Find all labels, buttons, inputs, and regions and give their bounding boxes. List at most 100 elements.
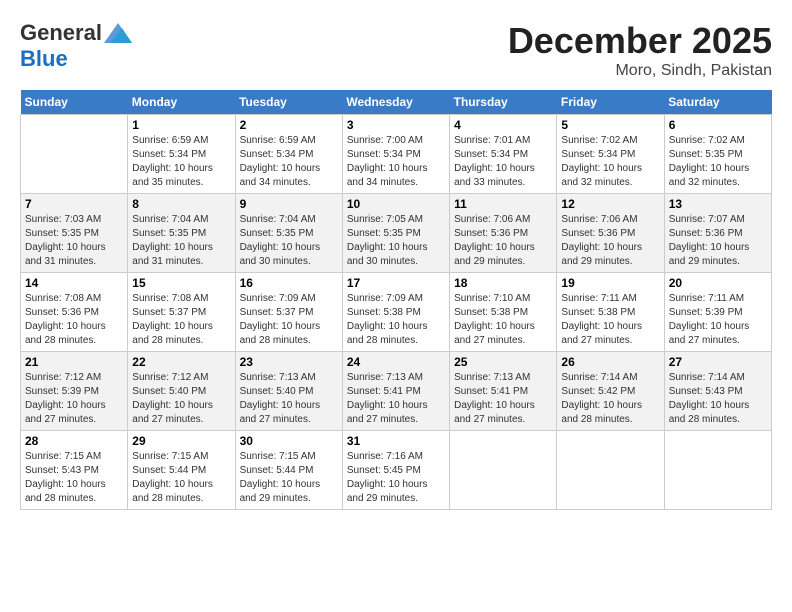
calendar-cell: 23 Sunrise: 7:13 AMSunset: 5:40 PMDayligh…	[235, 352, 342, 431]
calendar-cell: 24Sunrise: 7:13 AMSunset: 5:41 PMDayligh…	[342, 352, 449, 431]
daylight-text: Daylight: 10 hours	[454, 320, 552, 334]
daylight-text: Daylight: 10 hours	[240, 478, 338, 492]
daylight-text: Daylight: 10 hours	[25, 320, 123, 334]
day-number: 20	[669, 276, 767, 290]
page-header: General Blue December 2025 Moro, Sindh, …	[20, 20, 772, 80]
sunset-text: Sunset: 5:35 PM	[347, 227, 445, 241]
daylight-text: Daylight: 10 hours	[454, 241, 552, 255]
day-number: 26	[561, 355, 659, 369]
daylight-text-cont: and 27 minutes.	[669, 334, 767, 348]
daylight-text: Daylight: 10 hours	[561, 162, 659, 176]
daylight-text-cont: and 35 minutes.	[132, 176, 230, 190]
day-info: Sunrise: 7:14 AMSunset: 5:42 PMDaylight:…	[561, 371, 659, 427]
day-info: Sunrise: 7:13 AMSunset: 5:40 PMDaylight:…	[240, 371, 338, 427]
day-info: Sunrise: 7:02 AMSunset: 5:35 PMDaylight:…	[669, 134, 767, 190]
daylight-text-cont: and 30 minutes.	[347, 255, 445, 269]
sunset-text: Sunset: 5:45 PM	[347, 464, 445, 478]
calendar-cell: 3Sunrise: 7:00 AMSunset: 5:34 PMDaylight…	[342, 115, 449, 194]
sunrise-text: Sunrise: 7:04 AM	[132, 213, 230, 227]
daylight-text-cont: and 32 minutes.	[669, 176, 767, 190]
day-info: Sunrise: 7:15 AMSunset: 5:44 PMDaylight:…	[132, 450, 230, 506]
daylight-text: Daylight: 10 hours	[561, 241, 659, 255]
sunset-text: Sunset: 5:34 PM	[240, 148, 338, 162]
sunrise-text: Sunrise: 6:59 AM	[240, 134, 338, 148]
sunrise-text: Sunrise: 7:14 AM	[561, 371, 659, 385]
calendar-cell: 22Sunrise: 7:12 AMSunset: 5:40 PMDayligh…	[128, 352, 235, 431]
sunrise-text: Sunrise: 7:12 AM	[132, 371, 230, 385]
daylight-text-cont: and 28 minutes.	[132, 334, 230, 348]
day-number: 2	[240, 118, 338, 132]
daylight-text: Daylight: 10 hours	[132, 320, 230, 334]
daylight-text-cont: and 34 minutes.	[240, 176, 338, 190]
sunrise-text: Sunrise: 7:01 AM	[454, 134, 552, 148]
daylight-text: Daylight: 10 hours	[25, 478, 123, 492]
calendar-cell: 11Sunrise: 7:06 AMSunset: 5:36 PMDayligh…	[450, 194, 557, 273]
day-number: 7	[25, 197, 123, 211]
sunset-text: Sunset: 5:43 PM	[25, 464, 123, 478]
daylight-text-cont: and 29 minutes.	[561, 255, 659, 269]
day-number: 4	[454, 118, 552, 132]
day-number: 30	[240, 434, 338, 448]
day-info: Sunrise: 7:11 AMSunset: 5:38 PMDaylight:…	[561, 292, 659, 348]
daylight-text-cont: and 27 minutes.	[561, 334, 659, 348]
daylight-text: Daylight: 10 hours	[669, 320, 767, 334]
sunrise-text: Sunrise: 7:11 AM	[669, 292, 767, 306]
day-number: 22	[132, 355, 230, 369]
daylight-text-cont: and 28 minutes.	[347, 334, 445, 348]
logo-blue-text: Blue	[20, 46, 68, 72]
sunrise-text: Sunrise: 7:12 AM	[25, 371, 123, 385]
day-info: Sunrise: 7:01 AMSunset: 5:34 PMDaylight:…	[454, 134, 552, 190]
day-number: 31	[347, 434, 445, 448]
day-number: 23	[240, 355, 338, 369]
calendar-cell: 8Sunrise: 7:04 AMSunset: 5:35 PMDaylight…	[128, 194, 235, 273]
daylight-text-cont: and 34 minutes.	[347, 176, 445, 190]
day-info: Sunrise: 6:59 AMSunset: 5:34 PMDaylight:…	[132, 134, 230, 190]
calendar-cell: 13Sunrise: 7:07 AMSunset: 5:36 PMDayligh…	[664, 194, 771, 273]
day-info: Sunrise: 7:05 AMSunset: 5:35 PMDaylight:…	[347, 213, 445, 269]
daylight-text-cont: and 28 minutes.	[240, 334, 338, 348]
sunrise-text: Sunrise: 7:06 AM	[561, 213, 659, 227]
daylight-text: Daylight: 10 hours	[669, 399, 767, 413]
calendar-cell	[450, 431, 557, 510]
day-header-tuesday: Tuesday	[235, 90, 342, 115]
day-number: 25	[454, 355, 552, 369]
day-header-sunday: Sunday	[21, 90, 128, 115]
sunrise-text: Sunrise: 7:08 AM	[132, 292, 230, 306]
sunrise-text: Sunrise: 7:09 AM	[347, 292, 445, 306]
sunrise-text: Sunrise: 7:07 AM	[669, 213, 767, 227]
day-info: Sunrise: 7:15 AMSunset: 5:43 PMDaylight:…	[25, 450, 123, 506]
day-header-thursday: Thursday	[450, 90, 557, 115]
sunrise-text: Sunrise: 7:03 AM	[25, 213, 123, 227]
daylight-text-cont: and 27 minutes.	[132, 413, 230, 427]
calendar-cell: 10Sunrise: 7:05 AMSunset: 5:35 PMDayligh…	[342, 194, 449, 273]
daylight-text-cont: and 27 minutes.	[347, 413, 445, 427]
day-number: 15	[132, 276, 230, 290]
sunrise-text: Sunrise: 7:13 AM	[347, 371, 445, 385]
daylight-text: Daylight: 10 hours	[132, 162, 230, 176]
daylight-text: Daylight: 10 hours	[132, 478, 230, 492]
sunset-text: Sunset: 5:42 PM	[561, 385, 659, 399]
day-number: 17	[347, 276, 445, 290]
sunset-text: Sunset: 5:37 PM	[240, 306, 338, 320]
sunset-text: Sunset: 5:36 PM	[669, 227, 767, 241]
sunset-text: Sunset: 5:41 PM	[454, 385, 552, 399]
day-info: Sunrise: 7:04 AMSunset: 5:35 PMDaylight:…	[240, 213, 338, 269]
daylight-text-cont: and 33 minutes.	[454, 176, 552, 190]
sunrise-text: Sunrise: 7:08 AM	[25, 292, 123, 306]
sunrise-text: Sunrise: 7:15 AM	[240, 450, 338, 464]
day-number: 5	[561, 118, 659, 132]
calendar-cell: 14Sunrise: 7:08 AMSunset: 5:36 PMDayligh…	[21, 273, 128, 352]
sunrise-text: Sunrise: 7:11 AM	[561, 292, 659, 306]
calendar-cell: 5 Sunrise: 7:02 AMSunset: 5:34 PMDaylight…	[557, 115, 664, 194]
daylight-text: Daylight: 10 hours	[561, 399, 659, 413]
sunrise-text: Sunrise: 7:00 AM	[347, 134, 445, 148]
day-number: 8	[132, 197, 230, 211]
logo: General Blue	[20, 20, 132, 72]
day-header-friday: Friday	[557, 90, 664, 115]
day-info: Sunrise: 7:00 AMSunset: 5:34 PMDaylight:…	[347, 134, 445, 190]
day-header-wednesday: Wednesday	[342, 90, 449, 115]
day-number: 24	[347, 355, 445, 369]
daylight-text: Daylight: 10 hours	[240, 162, 338, 176]
calendar-cell: 19Sunrise: 7:11 AMSunset: 5:38 PMDayligh…	[557, 273, 664, 352]
day-info: Sunrise: 7:02 AMSunset: 5:34 PMDaylight:…	[561, 134, 659, 190]
